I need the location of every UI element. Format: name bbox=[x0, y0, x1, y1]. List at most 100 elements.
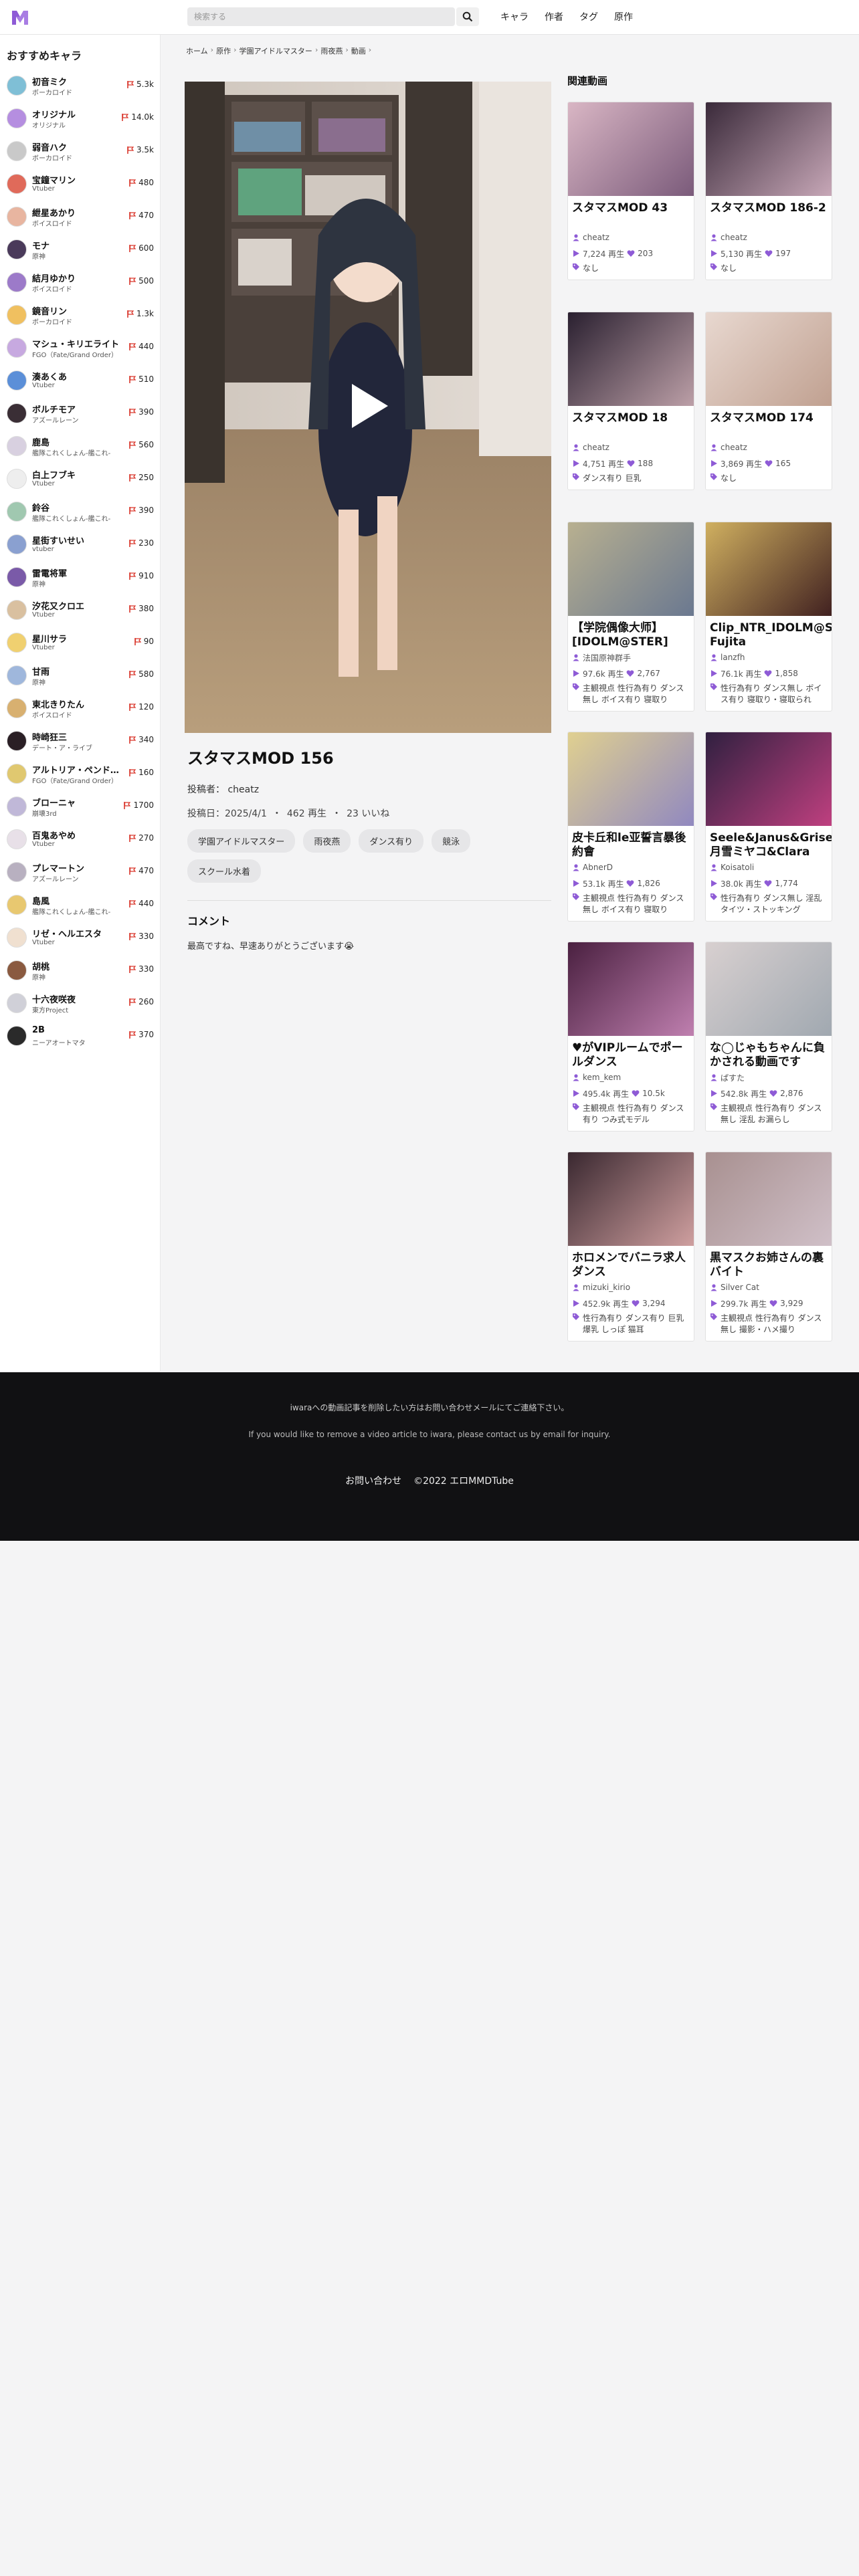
author-name[interactable]: Koisatoli bbox=[721, 863, 754, 872]
related-video-card[interactable]: ♥がVIPルームでポールダンス kem_kem 495.4k 再生 10.5k … bbox=[567, 942, 694, 1132]
video-thumbnail[interactable] bbox=[568, 312, 694, 406]
video-thumbnail[interactable] bbox=[706, 732, 832, 826]
author-name[interactable]: Silver Cat bbox=[721, 1283, 759, 1292]
related-video-title[interactable]: Clip_NTR_IDOLM@STER_Kotone Fujita bbox=[706, 616, 832, 649]
sidebar-item[interactable]: 島風 艦隊これくしょん-艦これ- 440 bbox=[0, 889, 161, 922]
sidebar-item[interactable]: 汐花又クロエ Vtuber 380 bbox=[0, 594, 161, 627]
author-name[interactable]: lanzfh bbox=[721, 653, 745, 662]
sidebar-item[interactable]: モナ 原神 600 bbox=[0, 233, 161, 266]
sidebar-item[interactable]: 星川サラ Vtuber 90 bbox=[0, 627, 161, 659]
sidebar-item[interactable]: 甘雨 原神 580 bbox=[0, 659, 161, 692]
tag-chip[interactable]: 学園アイドルマスター bbox=[187, 829, 296, 853]
related-video-card[interactable]: な◯じゃもちゃんに負かされる動画です ぱすた 542.8k 再生 2,876 主… bbox=[705, 942, 832, 1132]
related-video-card[interactable]: スタマスMOD 43 cheatz 7,224 再生 203 なし bbox=[567, 102, 694, 280]
related-video-card[interactable]: スタマスMOD 174 cheatz 3,869 再生 165 なし bbox=[705, 312, 832, 490]
breadcrumb-item[interactable]: ホーム bbox=[186, 45, 208, 56]
author-name[interactable]: cheatz bbox=[583, 443, 609, 452]
site-logo-icon[interactable] bbox=[11, 9, 29, 26]
sidebar-item[interactable]: 湊あくあ Vtuber 510 bbox=[0, 364, 161, 397]
related-video-title[interactable]: な◯じゃもちゃんに負かされる動画です bbox=[706, 1036, 832, 1069]
tag-chip[interactable]: 雨夜燕 bbox=[303, 829, 351, 853]
tag-chip[interactable]: ダンス有り bbox=[359, 829, 424, 853]
search-button[interactable] bbox=[456, 7, 479, 26]
related-heading: 関連動画 bbox=[567, 75, 608, 87]
video-thumbnail[interactable] bbox=[706, 102, 832, 196]
video-thumbnail[interactable] bbox=[706, 942, 832, 1036]
video-thumbnail[interactable] bbox=[706, 1152, 832, 1246]
sidebar-item[interactable]: 十六夜咲夜 東方Project 260 bbox=[0, 987, 161, 1020]
play-icon[interactable] bbox=[349, 383, 389, 429]
sidebar-item[interactable]: 初音ミク ボーカロイド 5.3k bbox=[0, 70, 161, 102]
sidebar-item[interactable]: 白上フブキ Vtuber 250 bbox=[0, 463, 161, 496]
sidebar-item[interactable]: アルトリア・ペンドラゴン FGO（Fate/Grand Order） 160 bbox=[0, 758, 161, 790]
sidebar-item[interactable]: 星街すいせい vtuber 230 bbox=[0, 528, 161, 561]
sidebar-item[interactable]: 結月ゆかり ボイスロイド 500 bbox=[0, 266, 161, 299]
related-video-card[interactable]: ホロメンでバニラ求人ダンス mizuki_kirio 452.9k 再生 3,2… bbox=[567, 1152, 694, 1341]
sidebar-item[interactable]: 弱音ハク ボーカロイド 3.5k bbox=[0, 135, 161, 168]
related-video-card[interactable]: 【学院偶像大师】[IDOLM@STER]【QOO】 法国原神群手 97.6k 再… bbox=[567, 522, 694, 712]
video-player[interactable] bbox=[185, 82, 551, 733]
author-name[interactable]: mizuki_kirio bbox=[583, 1283, 630, 1292]
nav-author[interactable]: 作者 bbox=[545, 9, 563, 25]
related-video-card[interactable]: Clip_NTR_IDOLM@STER_Kotone Fujita lanzfh… bbox=[705, 522, 832, 712]
contact-link[interactable]: お問い合わせ bbox=[345, 1474, 401, 1487]
video-thumbnail[interactable] bbox=[568, 522, 694, 616]
sidebar-item[interactable]: 胡桃 原神 330 bbox=[0, 954, 161, 987]
sidebar-item[interactable]: ボルチモア アズールレーン 390 bbox=[0, 397, 161, 430]
tag-chip[interactable]: 競泳 bbox=[432, 829, 471, 853]
sidebar-item[interactable]: オリジナル オリジナル 14.0k bbox=[0, 102, 161, 135]
sidebar-item[interactable]: 紲星あかり ボイスロイド 470 bbox=[0, 201, 161, 233]
sidebar-item[interactable]: 東北きりたん ボイスロイド 120 bbox=[0, 692, 161, 725]
breadcrumb-item[interactable]: 原作 bbox=[216, 45, 231, 56]
related-video-title[interactable]: 【学院偶像大师】[IDOLM@STER]【QOO】 bbox=[568, 616, 694, 649]
nav-original[interactable]: 原作 bbox=[614, 9, 633, 25]
related-video-title[interactable]: 皮卡丘和le亚誓言暴後約會 bbox=[568, 826, 694, 859]
related-video-title[interactable]: スタマスMOD 43 bbox=[568, 196, 694, 229]
author-name[interactable]: AbnerD bbox=[583, 863, 613, 872]
sidebar-item[interactable]: 鹿島 艦隊これくしょん-艦これ- 560 bbox=[0, 430, 161, 463]
nav-tag[interactable]: タグ bbox=[579, 9, 598, 25]
video-thumbnail[interactable] bbox=[706, 522, 832, 616]
sidebar-item[interactable]: 百鬼あやめ Vtuber 270 bbox=[0, 823, 161, 856]
related-video-title[interactable]: ♥がVIPルームでポールダンス bbox=[568, 1036, 694, 1069]
sidebar-item[interactable]: 時崎狂三 デート・ア・ライブ 340 bbox=[0, 725, 161, 758]
nav-chara[interactable]: キャラ bbox=[500, 9, 529, 25]
sidebar-item[interactable]: マシュ・キリエライト FGO（Fate/Grand Order） 440 bbox=[0, 332, 161, 364]
related-video-card[interactable]: 皮卡丘和le亚誓言暴後約會 AbnerD 53.1k 再生 1,826 主観視点… bbox=[567, 732, 694, 922]
author-name[interactable]: 法国原神群手 bbox=[583, 652, 631, 663]
related-video-card[interactable]: Seele&Janus&Griseo&月雪ミヤコ&Clara Koisatoli… bbox=[705, 732, 832, 922]
video-thumbnail[interactable] bbox=[706, 312, 832, 406]
related-video-card[interactable]: スタマスMOD 186-2 cheatz 5,130 再生 197 なし bbox=[705, 102, 832, 280]
related-video-title[interactable]: 黒マスクお姉さんの裏バイト bbox=[706, 1246, 832, 1279]
related-video-title[interactable]: スタマスMOD 174 bbox=[706, 406, 832, 439]
related-video-title[interactable]: スタマスMOD 18 bbox=[568, 406, 694, 439]
sidebar-item[interactable]: 鈴谷 艦隊これくしょん-艦これ- 390 bbox=[0, 496, 161, 528]
sidebar-item[interactable]: 雷電将軍 原神 910 bbox=[0, 561, 161, 594]
sidebar-item[interactable]: 宝鐘マリン Vtuber 480 bbox=[0, 168, 161, 201]
sidebar-item[interactable]: 鏡音リン ボーカロイド 1.3k bbox=[0, 299, 161, 332]
sidebar-item[interactable]: ブローニャ 崩壊3rd 1700 bbox=[0, 790, 161, 823]
related-video-title[interactable]: Seele&Janus&Griseo&月雪ミヤコ&Clara bbox=[706, 826, 832, 859]
sidebar-item[interactable]: 2B ニーアオートマタ 370 bbox=[0, 1020, 161, 1053]
related-video-title[interactable]: スタマスMOD 186-2 bbox=[706, 196, 832, 229]
breadcrumb-item[interactable]: 雨夜燕 bbox=[320, 45, 343, 56]
author-name[interactable]: kem_kem bbox=[583, 1073, 621, 1082]
search-input[interactable] bbox=[187, 7, 455, 26]
video-thumbnail[interactable] bbox=[568, 942, 694, 1036]
related-video-title[interactable]: ホロメンでバニラ求人ダンス bbox=[568, 1246, 694, 1279]
sidebar-item[interactable]: リゼ・ヘルエスタ Vtuber 330 bbox=[0, 922, 161, 954]
video-thumbnail[interactable] bbox=[568, 102, 694, 196]
related-video-card[interactable]: 黒マスクお姉さんの裏バイト Silver Cat 299.7k 再生 3,929… bbox=[705, 1152, 832, 1341]
author-name[interactable]: cheatz bbox=[721, 443, 747, 452]
author-name[interactable]: cheatz bbox=[721, 233, 747, 242]
author-name[interactable]: ぱすた bbox=[721, 1072, 745, 1083]
poster-link[interactable]: cheatz bbox=[227, 784, 259, 795]
breadcrumb-item[interactable]: 動画 bbox=[351, 45, 366, 56]
sidebar-item[interactable]: プレマートン アズールレーン 470 bbox=[0, 856, 161, 889]
related-video-card[interactable]: スタマスMOD 18 cheatz 4,751 再生 188 ダンス有り 巨乳 bbox=[567, 312, 694, 490]
video-thumbnail[interactable] bbox=[568, 1152, 694, 1246]
video-thumbnail[interactable] bbox=[568, 732, 694, 826]
tag-chip[interactable]: スクール水着 bbox=[187, 859, 262, 883]
breadcrumb-item[interactable]: 学園アイドルマスター bbox=[239, 45, 312, 56]
author-name[interactable]: cheatz bbox=[583, 233, 609, 242]
